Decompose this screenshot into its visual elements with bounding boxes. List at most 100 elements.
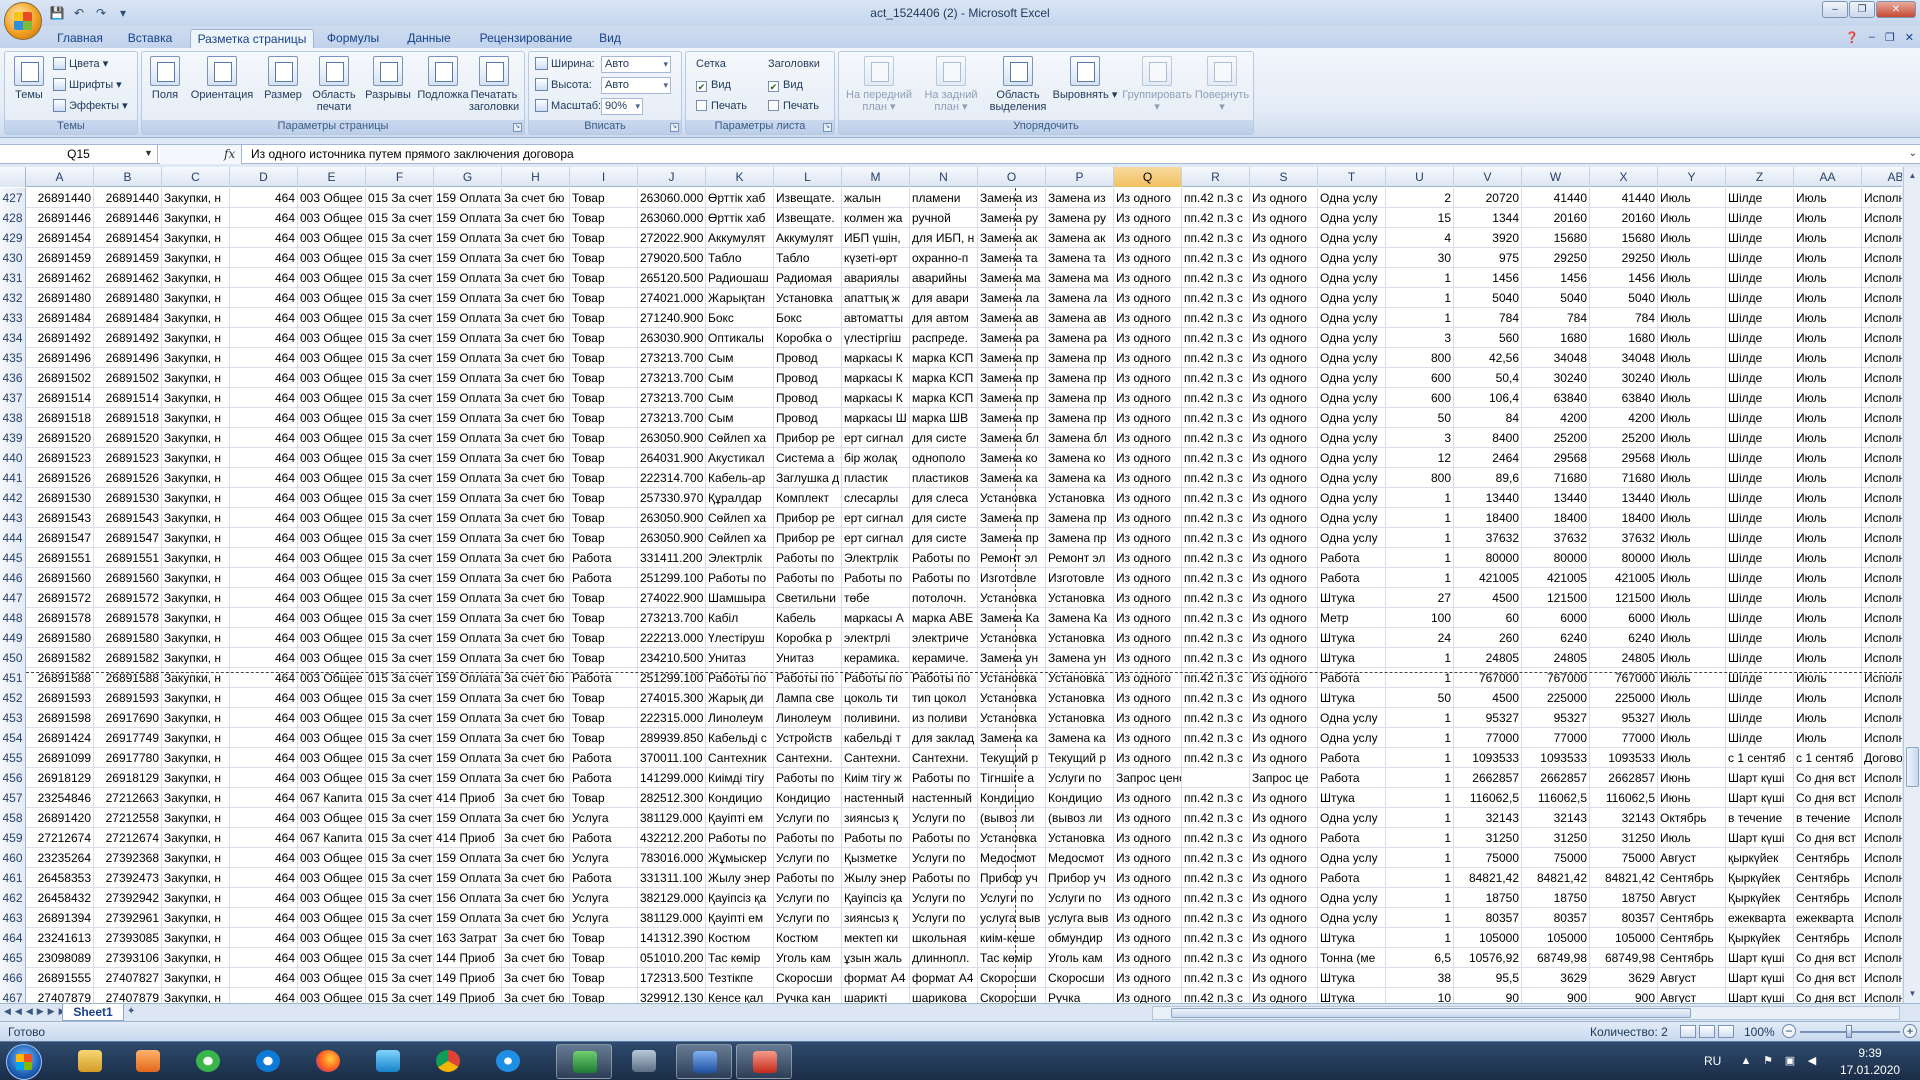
cell-v[interactable]: 105000 xyxy=(1454,928,1522,948)
cell-z[interactable]: Шілде xyxy=(1726,228,1794,248)
selection-pane-button[interactable]: Область выделения xyxy=(985,54,1051,118)
cell-k[interactable]: Кондицио xyxy=(706,788,774,808)
cell-q[interactable]: Из одного xyxy=(1114,668,1182,688)
cell-l[interactable]: Костюм xyxy=(774,928,842,948)
cell-f[interactable]: 015 За счет xyxy=(366,248,434,268)
headings-print-checkbox[interactable] xyxy=(768,100,779,111)
cell-z[interactable]: Шарт күші xyxy=(1726,768,1794,788)
cell-e[interactable]: 003 Общее xyxy=(298,288,366,308)
cell-i[interactable]: Товар xyxy=(570,648,638,668)
cell-a[interactable]: 26891582 xyxy=(26,648,94,668)
cell-ab[interactable]: Исполнен xyxy=(1862,728,1902,748)
cell-s[interactable]: Из одного xyxy=(1250,448,1318,468)
vertical-scrollbar[interactable]: ▲ ▼ xyxy=(1903,167,1920,1003)
cell-x[interactable]: 1456 xyxy=(1590,268,1658,288)
row-header[interactable]: 442 xyxy=(0,488,26,508)
cell-i[interactable]: Товар xyxy=(570,628,638,648)
cell-m[interactable]: Работы по xyxy=(842,568,910,588)
cell-u[interactable]: 1 xyxy=(1386,668,1454,688)
cell-m[interactable]: колмен жа xyxy=(842,208,910,228)
tray-expand-icon[interactable]: ▲ xyxy=(1740,1055,1752,1067)
cell-i[interactable]: Работа xyxy=(570,768,638,788)
cell-v[interactable]: 95327 xyxy=(1454,708,1522,728)
cell-g[interactable]: 159 Оплата xyxy=(434,508,502,528)
cell-v[interactable]: 784 xyxy=(1454,308,1522,328)
cell-c[interactable]: Закупки, н xyxy=(162,688,230,708)
cell-y[interactable]: Июнь xyxy=(1658,768,1726,788)
cell-u[interactable]: 1 xyxy=(1386,768,1454,788)
cell-u[interactable]: 1 xyxy=(1386,788,1454,808)
cell-w[interactable]: 784 xyxy=(1522,308,1590,328)
cell-r[interactable]: пп.42 п.3 с xyxy=(1182,588,1250,608)
cell-ab[interactable]: Исполнен xyxy=(1862,928,1902,948)
cell-z[interactable]: Шілде xyxy=(1726,468,1794,488)
cell-d[interactable]: 464 xyxy=(230,288,298,308)
column-header-l[interactable]: L xyxy=(774,167,842,187)
cell-l[interactable]: Светильни xyxy=(774,588,842,608)
cell-v[interactable]: 18750 xyxy=(1454,888,1522,908)
column-header-c[interactable]: C xyxy=(162,167,230,187)
size-button[interactable]: Размер xyxy=(258,54,308,118)
cell-v[interactable]: 60 xyxy=(1454,608,1522,628)
row-header[interactable]: 466 xyxy=(0,968,26,988)
cell-p[interactable]: Замена бл xyxy=(1046,428,1114,448)
cell-p[interactable]: Замена пр xyxy=(1046,528,1114,548)
cell-f[interactable]: 015 За счет xyxy=(366,408,434,428)
cell-y[interactable]: Июль xyxy=(1658,328,1726,348)
cell-s[interactable]: Из одного xyxy=(1250,288,1318,308)
cell-c[interactable]: Закупки, н xyxy=(162,388,230,408)
cell-g[interactable]: 159 Оплата xyxy=(434,568,502,588)
cell-o[interactable]: Тігншіге а xyxy=(978,768,1046,788)
cell-d[interactable]: 464 xyxy=(230,408,298,428)
select-all-corner[interactable] xyxy=(0,167,26,187)
cell-a[interactable]: 23235264 xyxy=(26,848,94,868)
cell-ab[interactable]: Исполнен xyxy=(1862,348,1902,368)
cell-x[interactable]: 84821,42 xyxy=(1590,868,1658,888)
cell-u[interactable]: 1 xyxy=(1386,488,1454,508)
row-header[interactable]: 433 xyxy=(0,308,26,328)
cell-d[interactable]: 464 xyxy=(230,928,298,948)
cell-m[interactable]: ұзын жаль xyxy=(842,948,910,968)
cell-c[interactable]: Закупки, н xyxy=(162,288,230,308)
cell-ab[interactable]: Исполнен xyxy=(1862,568,1902,588)
cell-z[interactable]: Шілде xyxy=(1726,248,1794,268)
cell-p[interactable]: Замена ав xyxy=(1046,308,1114,328)
cell-f[interactable]: 015 За счет xyxy=(366,268,434,288)
cell-j[interactable]: 273213.700 xyxy=(638,408,706,428)
cell-e[interactable]: 003 Общее xyxy=(298,308,366,328)
fit-launcher[interactable]: ↘ xyxy=(670,123,679,132)
workbook-minimize-icon[interactable]: – xyxy=(1869,31,1875,44)
cell-x[interactable]: 784 xyxy=(1590,308,1658,328)
cell-f[interactable]: 015 За счет xyxy=(366,748,434,768)
cell-f[interactable]: 015 За счет xyxy=(366,468,434,488)
cell-c[interactable]: Закупки, н xyxy=(162,708,230,728)
cell-aa[interactable]: Июль xyxy=(1794,408,1862,428)
cell-b[interactable]: 27392473 xyxy=(94,868,162,888)
cell-u[interactable]: 27 xyxy=(1386,588,1454,608)
cell-h[interactable]: За счет бю xyxy=(502,448,570,468)
cell-f[interactable]: 015 За счет xyxy=(366,328,434,348)
column-header-u[interactable]: U xyxy=(1386,167,1454,187)
cell-aa[interactable]: Сентябрь xyxy=(1794,868,1862,888)
cell-l[interactable]: Работы по xyxy=(774,868,842,888)
cell-r[interactable]: пп.42 п.3 с xyxy=(1182,848,1250,868)
row-header[interactable]: 467 xyxy=(0,988,26,1003)
taskbar-chrome[interactable] xyxy=(420,1044,476,1079)
cell-a[interactable]: 26891530 xyxy=(26,488,94,508)
cell-r[interactable]: пп.42 п.3 с xyxy=(1182,428,1250,448)
cell-s[interactable]: Из одного xyxy=(1250,688,1318,708)
breaks-button[interactable]: Разрывы xyxy=(360,54,416,118)
cell-m[interactable]: бір жолақ xyxy=(842,448,910,468)
cell-o[interactable]: Замена пр xyxy=(978,508,1046,528)
cell-l[interactable]: Ручка кан xyxy=(774,988,842,1003)
cell-p[interactable]: Замена ма xyxy=(1046,268,1114,288)
cell-z[interactable]: Шарт күші xyxy=(1726,948,1794,968)
cell-i[interactable]: Товар xyxy=(570,488,638,508)
cell-t[interactable]: Штука xyxy=(1318,648,1386,668)
cell-q[interactable]: Из одного xyxy=(1114,288,1182,308)
cell-o[interactable]: Установка xyxy=(978,688,1046,708)
cell-p[interactable]: Медосмот xyxy=(1046,848,1114,868)
cell-b[interactable]: 27407827 xyxy=(94,968,162,988)
cell-g[interactable]: 159 Оплата xyxy=(434,668,502,688)
cell-a[interactable]: 26891446 xyxy=(26,208,94,228)
